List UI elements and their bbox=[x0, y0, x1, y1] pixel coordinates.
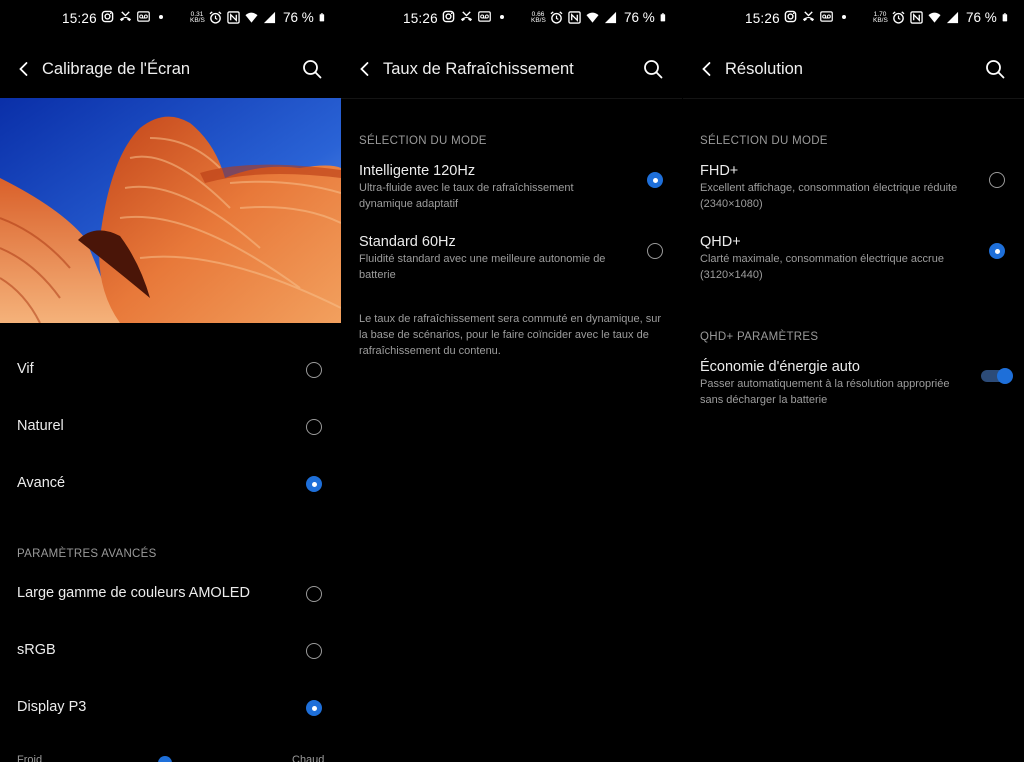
radio-unselected-icon[interactable] bbox=[989, 172, 1005, 188]
mode-title: Standard 60Hz bbox=[359, 234, 456, 250]
missed-call-icon bbox=[802, 11, 815, 22]
option-srgb[interactable]: sRGB bbox=[0, 641, 341, 661]
radio-selected-icon[interactable] bbox=[647, 172, 663, 188]
nfc-icon bbox=[568, 11, 581, 24]
status-time: 15:26 bbox=[403, 11, 438, 26]
alarm-icon bbox=[550, 11, 563, 24]
battery-percent: 76 % bbox=[624, 10, 655, 25]
search-icon[interactable] bbox=[984, 58, 1006, 80]
refresh-rate-note: Le taux de rafraîchissement sera commuté… bbox=[359, 313, 662, 357]
slider-label-warm: Chaud bbox=[292, 754, 325, 762]
voicemail-icon bbox=[478, 11, 491, 22]
back-arrow-icon[interactable] bbox=[14, 59, 34, 79]
mode-title: QHD+ bbox=[700, 234, 741, 250]
radio-unselected-icon[interactable] bbox=[306, 362, 322, 378]
mode-title: Intelligente 120Hz bbox=[359, 163, 476, 179]
notification-dot bbox=[842, 14, 846, 19]
setting-title: Économie d'énergie auto bbox=[700, 359, 860, 375]
mode-standard-60hz[interactable]: Standard 60Hz Fluidité standard avec une… bbox=[341, 233, 682, 285]
section-header-qhd-params: QHD+ PARAMÈTRES bbox=[700, 331, 819, 343]
auto-power-saving-setting[interactable]: Économie d'énergie auto Passer automatiq… bbox=[683, 358, 1024, 410]
notification-dot bbox=[500, 14, 504, 19]
battery-icon bbox=[319, 13, 324, 22]
back-arrow-icon[interactable] bbox=[355, 59, 375, 79]
search-icon[interactable] bbox=[642, 58, 664, 80]
option-display-p3[interactable]: Display P3 bbox=[0, 698, 341, 718]
mode-description: Excellent affichage, consommation électr… bbox=[700, 182, 958, 210]
status-time: 15:26 bbox=[745, 11, 780, 26]
missed-call-icon bbox=[460, 11, 473, 22]
mode-fhd-plus[interactable]: FHD+ Excellent affichage, consommation é… bbox=[683, 162, 1024, 214]
radio-unselected-icon[interactable] bbox=[647, 243, 663, 259]
signal-icon bbox=[263, 11, 276, 24]
section-header-mode: SÉLECTION DU MODE bbox=[359, 135, 487, 147]
network-speed: 0.66 KB/S bbox=[531, 10, 546, 24]
page-title: Taux de Rafraîchissement bbox=[383, 60, 574, 78]
instagram-icon bbox=[442, 10, 455, 23]
mode-qhd-plus[interactable]: QHD+ Clarté maximale, consommation élect… bbox=[683, 233, 1024, 285]
radio-selected-icon[interactable] bbox=[306, 476, 322, 492]
section-header-mode: SÉLECTION DU MODE bbox=[700, 135, 828, 147]
alarm-icon bbox=[209, 11, 222, 24]
network-speed: 0.31 KB/S bbox=[190, 10, 205, 24]
missed-call-icon bbox=[119, 11, 132, 22]
option-naturel[interactable]: Naturel bbox=[0, 417, 341, 437]
slider-label-cold: Froid bbox=[17, 754, 43, 762]
search-icon[interactable] bbox=[301, 58, 323, 80]
preview-image bbox=[0, 98, 341, 323]
status-time: 15:26 bbox=[62, 11, 97, 26]
wifi-icon bbox=[586, 12, 599, 23]
toolbar-divider bbox=[683, 98, 1024, 99]
option-avance[interactable]: Avancé bbox=[0, 474, 341, 494]
toolbar-divider bbox=[341, 98, 682, 99]
option-vif[interactable]: Vif bbox=[0, 360, 341, 380]
status-bar: 15:26 1.70 KB/S 76 % bbox=[683, 8, 1024, 30]
notification-dot bbox=[159, 14, 163, 19]
radio-selected-icon[interactable] bbox=[306, 700, 322, 716]
mode-description: Fluidité standard avec une meilleure aut… bbox=[359, 253, 606, 281]
nfc-icon bbox=[227, 11, 240, 24]
page-title: Calibrage de l'Écran bbox=[42, 60, 191, 78]
toolbar: Taux de Rafraîchissement bbox=[341, 52, 682, 88]
auto-power-saving-toggle[interactable] bbox=[981, 367, 1013, 384]
alarm-icon bbox=[892, 11, 905, 24]
voicemail-icon bbox=[137, 11, 150, 22]
wifi-icon bbox=[928, 12, 941, 23]
radio-unselected-icon[interactable] bbox=[306, 586, 322, 602]
status-bar: 15:26 0.66 KB/S 76 % bbox=[341, 8, 682, 30]
mode-title: FHD+ bbox=[700, 163, 739, 179]
wifi-icon bbox=[245, 12, 258, 23]
battery-percent: 76 % bbox=[966, 10, 997, 25]
instagram-icon bbox=[101, 10, 114, 23]
back-arrow-icon[interactable] bbox=[697, 59, 717, 79]
battery-icon bbox=[1002, 13, 1007, 22]
mode-description: Ultra-fluide avec le taux de rafraîchiss… bbox=[359, 182, 574, 210]
page-title: Résolution bbox=[725, 60, 803, 78]
nfc-icon bbox=[910, 11, 923, 24]
signal-icon bbox=[604, 11, 617, 24]
section-header-advanced: PARAMÈTRES AVANCÉS bbox=[17, 548, 157, 560]
setting-description: Passer automatiquement à la résolution a… bbox=[700, 378, 950, 406]
temperature-slider-thumb[interactable] bbox=[158, 756, 172, 762]
battery-icon bbox=[660, 13, 665, 22]
status-bar: 15:26 0.31 KB/S 76 % bbox=[0, 8, 341, 30]
radio-selected-icon[interactable] bbox=[989, 243, 1005, 259]
radio-unselected-icon[interactable] bbox=[306, 419, 322, 435]
screen-resolution: 15:26 1.70 KB/S 76 % Résolution SÉLECTION… bbox=[683, 0, 1024, 762]
voicemail-icon bbox=[820, 11, 833, 22]
option-amoled[interactable]: Large gamme de couleurs AMOLED bbox=[0, 584, 341, 604]
instagram-icon bbox=[784, 10, 797, 23]
toolbar: Résolution bbox=[683, 52, 1024, 88]
screen-calibration: 15:26 0.31 KB/S 76 % Calibrage de l'Écran bbox=[0, 0, 341, 762]
mode-intelligent-120hz[interactable]: Intelligente 120Hz Ultra-fluide avec le … bbox=[341, 162, 682, 214]
radio-unselected-icon[interactable] bbox=[306, 643, 322, 659]
network-speed: 1.70 KB/S bbox=[873, 10, 888, 24]
mode-description: Clarté maximale, consommation électrique… bbox=[700, 253, 944, 281]
battery-percent: 76 % bbox=[283, 10, 314, 25]
screen-refresh-rate: 15:26 0.66 KB/S 76 % Taux de Rafraîchisse… bbox=[341, 0, 682, 762]
toolbar: Calibrage de l'Écran bbox=[0, 52, 341, 88]
signal-icon bbox=[946, 11, 959, 24]
